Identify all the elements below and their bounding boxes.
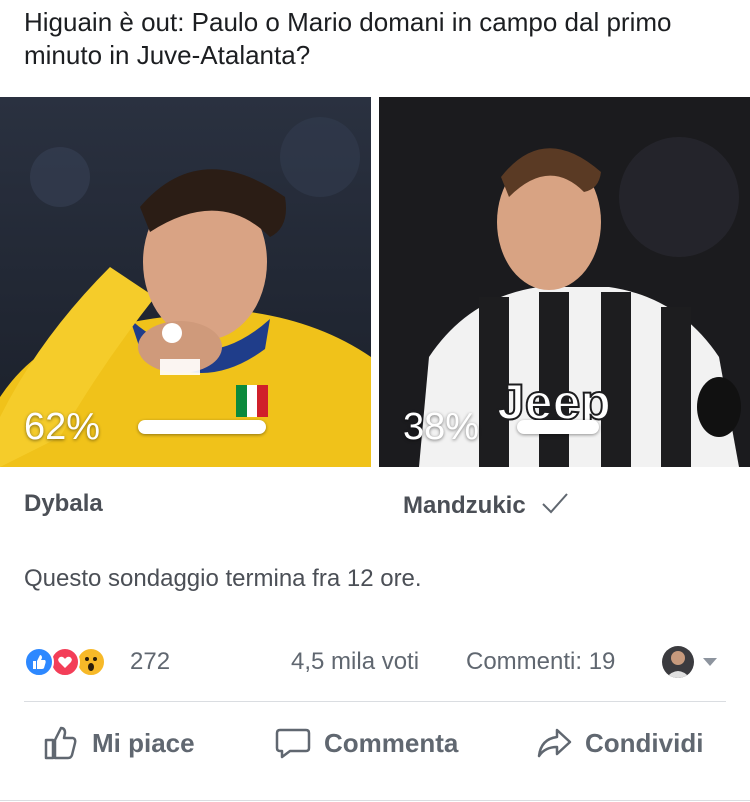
share-icon [537,728,572,758]
comment-icon [275,728,311,759]
poll-question: Higuain è out: Paulo o Mario domani in c… [24,7,672,70]
share-button[interactable]: Condividi [535,720,703,766]
reaction-icons[interactable] [24,646,124,678]
reaction-count[interactable]: 272 [130,648,170,676]
option-percent-mandzukic: 38% [403,406,480,448]
comments-count[interactable]: Commenti: 19 [466,648,615,676]
avatar[interactable] [662,646,694,678]
votes-count[interactable]: 4,5 mila voti [291,648,419,676]
wow-icon [76,647,106,677]
chevron-down-icon[interactable] [702,656,718,668]
comment-button[interactable]: Commenta [274,720,458,766]
option-name-dybala: Dybala [24,490,103,517]
option-name-mandzukic-label: Mandzukic [403,492,526,519]
comment-button-label: Commenta [324,727,459,758]
post-actions: Mi piace Commenta Condividi [0,720,750,766]
option-name-mandzukic: Mandzukic [403,490,570,520]
like-button[interactable]: Mi piace [42,720,195,766]
poll-end-text: Questo sondaggio termina fra 12 ore. [24,565,422,592]
post-stats: 272 4,5 mila voti Commenti: 19 [24,646,724,680]
poll-option-dybala[interactable]: 62% [0,97,371,467]
option-percent-dybala: 62% [24,406,101,448]
thumbs-up-icon [44,726,77,760]
bottom-divider [0,800,750,801]
like-button-label: Mi piace [92,727,195,758]
like-icon [24,647,54,677]
option-bar-mandzukic [517,420,599,434]
share-button-label: Condividi [585,727,704,758]
poll-option-mandzukic[interactable]: Jeep 38% [379,97,750,467]
option-bar-dybala [138,420,266,434]
poll-options: 62% Jeep 38% [0,97,750,467]
checkmark-icon [542,493,569,514]
divider [24,701,726,702]
love-icon [50,647,80,677]
